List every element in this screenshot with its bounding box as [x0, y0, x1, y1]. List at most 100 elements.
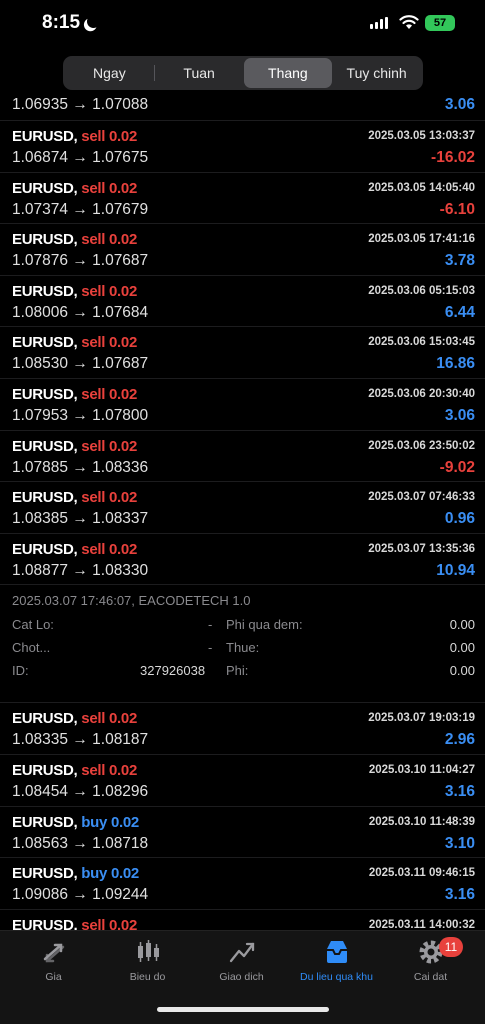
- trade-row[interactable]: EURUSD, sell 0.02 2025.03.06 15:03:45 1.08…: [0, 327, 485, 379]
- volume-text: 0.02: [109, 916, 137, 930]
- trade-side: sell 0.02: [81, 917, 137, 930]
- trade-profit: -6.10: [439, 200, 475, 218]
- trade-symbol: EURUSD, sell 0.02: [12, 710, 137, 727]
- nav-quotes[interactable]: Gia: [5, 937, 102, 983]
- trade-symbol: EURUSD, sell 0.02: [12, 231, 137, 248]
- side-text: buy: [81, 813, 108, 831]
- trade-datetime: 2025.03.11 14:00:32: [368, 918, 475, 930]
- side-text: sell: [81, 761, 106, 779]
- trade-profit: 2.96: [444, 731, 475, 749]
- trade-prices: 1.08385 → 1.08337: [12, 510, 149, 528]
- trade-datetime: 2025.03.10 11:48:39: [368, 815, 475, 828]
- history-list[interactable]: 1.06935 → 1.07088 3.06 EURUSD, sell 0.02…: [0, 94, 485, 930]
- id-label: ID:: [12, 663, 29, 679]
- side-text: sell: [81, 231, 106, 249]
- stop-loss-label: Cat Lo:: [12, 617, 54, 633]
- tab-month[interactable]: Thang: [243, 58, 333, 88]
- side-text: sell: [81, 179, 106, 197]
- symbol-text: EURUSD,: [12, 231, 78, 249]
- trade-symbol: EURUSD, sell 0.02: [12, 334, 137, 351]
- trade-row[interactable]: EURUSD, sell 0.02 2025.03.10 11:04:27 1.08…: [0, 755, 485, 807]
- trade-row[interactable]: EURUSD, sell 0.02 2025.03.06 23:50:02 1.07…: [0, 431, 485, 483]
- wifi-icon: [399, 15, 419, 29]
- trade-prices: 1.08006 → 1.07684: [12, 303, 149, 321]
- side-text: sell: [81, 489, 106, 507]
- side-text: sell: [81, 916, 106, 930]
- trade-side: sell 0.02: [81, 283, 137, 300]
- tab-day[interactable]: Ngay: [65, 58, 154, 88]
- nav-chart[interactable]: Bieu do: [99, 937, 196, 983]
- trade-row[interactable]: EURUSD, buy 0.02 2025.03.11 09:46:15 1.090…: [0, 858, 485, 910]
- trade-prices: 1.08454 → 1.08296: [12, 782, 149, 800]
- nav-label: Du lieu qua khu: [300, 971, 373, 983]
- trade-symbol: EURUSD, buy 0.02: [12, 865, 139, 882]
- trade-row[interactable]: EURUSD, sell 0.02 2025.03.11 14:00:32: [0, 910, 485, 930]
- trade-prices: 1.07876 → 1.07687: [12, 252, 149, 270]
- list-item[interactable]: 1.06935 → 1.07088 3.06: [0, 94, 485, 121]
- trade-prices: 1.08877 → 1.08330: [12, 561, 149, 579]
- side-text: sell: [81, 282, 106, 300]
- tab-custom[interactable]: Tuy chinh: [332, 58, 421, 88]
- symbol-text: EURUSD,: [12, 128, 78, 145]
- trade-row[interactable]: EURUSD, sell 0.02 2025.03.05 14:05:40 1.07…: [0, 173, 485, 225]
- trade-prices: 1.07953 → 1.07800: [12, 406, 149, 424]
- trade-symbol: EURUSD, sell 0.02: [12, 180, 137, 197]
- trade-symbol: EURUSD, sell 0.02: [12, 541, 137, 558]
- trade-prices: 1.08563 → 1.08718: [12, 834, 149, 852]
- trade-profit: 6.44: [444, 303, 475, 321]
- trade-row[interactable]: EURUSD, sell 0.02 2025.03.05 17:41:16 1.07…: [0, 224, 485, 276]
- trade-row[interactable]: EURUSD, sell 0.02 2025.03.06 20:30:40 1.07…: [0, 379, 485, 431]
- trade-profit: 3.16: [444, 782, 475, 800]
- nav-label: Giao dich: [219, 971, 264, 983]
- settings-badge: 11: [439, 937, 463, 957]
- nav-trade[interactable]: Giao dich: [193, 937, 290, 983]
- symbol-text: EURUSD,: [12, 761, 78, 779]
- nav-settings[interactable]: 11 Cai dat: [382, 937, 479, 983]
- nav-label: Bieu do: [129, 971, 166, 983]
- trade-row[interactable]: EURUSD, sell 0.02 2025.03.06 05:15:03 1.08…: [0, 276, 485, 328]
- nav-history[interactable]: Du lieu qua khu: [288, 937, 385, 983]
- trade-profit: -9.02: [439, 458, 475, 476]
- trade-datetime: 2025.03.06 05:15:03: [368, 284, 475, 297]
- status-bar: 8:15 57: [0, 0, 485, 48]
- trade-profit: 3.78: [444, 252, 475, 270]
- trade-side: sell 0.02: [81, 386, 137, 403]
- trade-datetime: 2025.03.06 15:03:45: [368, 336, 475, 349]
- volume-text: 0.02: [110, 865, 139, 883]
- trade-side: sell 0.02: [81, 128, 137, 145]
- nav-label: Cai dat: [413, 971, 448, 983]
- trade-profit: 3.06: [444, 406, 475, 424]
- volume-text: 0.02: [109, 761, 137, 779]
- trade-side: sell 0.02: [81, 334, 137, 351]
- trade-datetime: 2025.03.06 23:50:02: [368, 439, 475, 452]
- trade-row[interactable]: EURUSD, sell 0.02 2025.03.07 19:03:19 1.08…: [0, 703, 485, 755]
- trade-side: sell 0.02: [81, 180, 137, 197]
- symbol-text: EURUSD,: [12, 179, 78, 197]
- trade-row[interactable]: EURUSD, buy 0.02 2025.03.10 11:48:39 1.085…: [0, 807, 485, 859]
- symbol-text: EURUSD,: [12, 916, 78, 930]
- trade-profit: 16.86: [436, 355, 475, 373]
- side-text: sell: [81, 128, 106, 145]
- trade-symbol: EURUSD, sell 0.02: [12, 489, 137, 506]
- trade-row[interactable]: EURUSD, sell 0.02 2025.03.07 07:46:33 1.08…: [0, 482, 485, 534]
- symbol-text: EURUSD,: [12, 540, 78, 558]
- volume-text: 0.02: [109, 282, 137, 300]
- trade-row[interactable]: EURUSD, sell 0.02 2025.03.07 13:35:36 1.08…: [0, 534, 485, 586]
- signal-icon: [370, 17, 388, 29]
- trade-datetime: 2025.03.05 14:05:40: [368, 181, 475, 194]
- trade-datetime: 2025.03.05 13:03:37: [368, 130, 475, 142]
- volume-text: 0.02: [109, 128, 137, 145]
- volume-text: 0.02: [109, 231, 137, 249]
- detail-header: 2025.03.07 17:46:07, EACODETECH 1.0: [12, 593, 251, 609]
- tab-week[interactable]: Tuan: [155, 58, 244, 88]
- stop-loss-value: -: [208, 617, 213, 633]
- trade-row[interactable]: EURUSD, sell 0.02 2025.03.05 13:03:37 1.06…: [0, 121, 485, 173]
- take-profit-label: Chot...: [12, 640, 51, 656]
- fee-label: Phi:: [226, 663, 249, 679]
- trade-prices: 1.08335 → 1.08187: [12, 731, 149, 749]
- trade-prices: 1.07374 → 1.07679: [12, 200, 149, 218]
- trade-datetime: 2025.03.06 20:30:40: [368, 387, 475, 400]
- side-text: sell: [81, 385, 106, 403]
- trade-prices: 1.06935 → 1.07088: [12, 96, 149, 113]
- swap-label: Phi qua dem:: [226, 617, 303, 633]
